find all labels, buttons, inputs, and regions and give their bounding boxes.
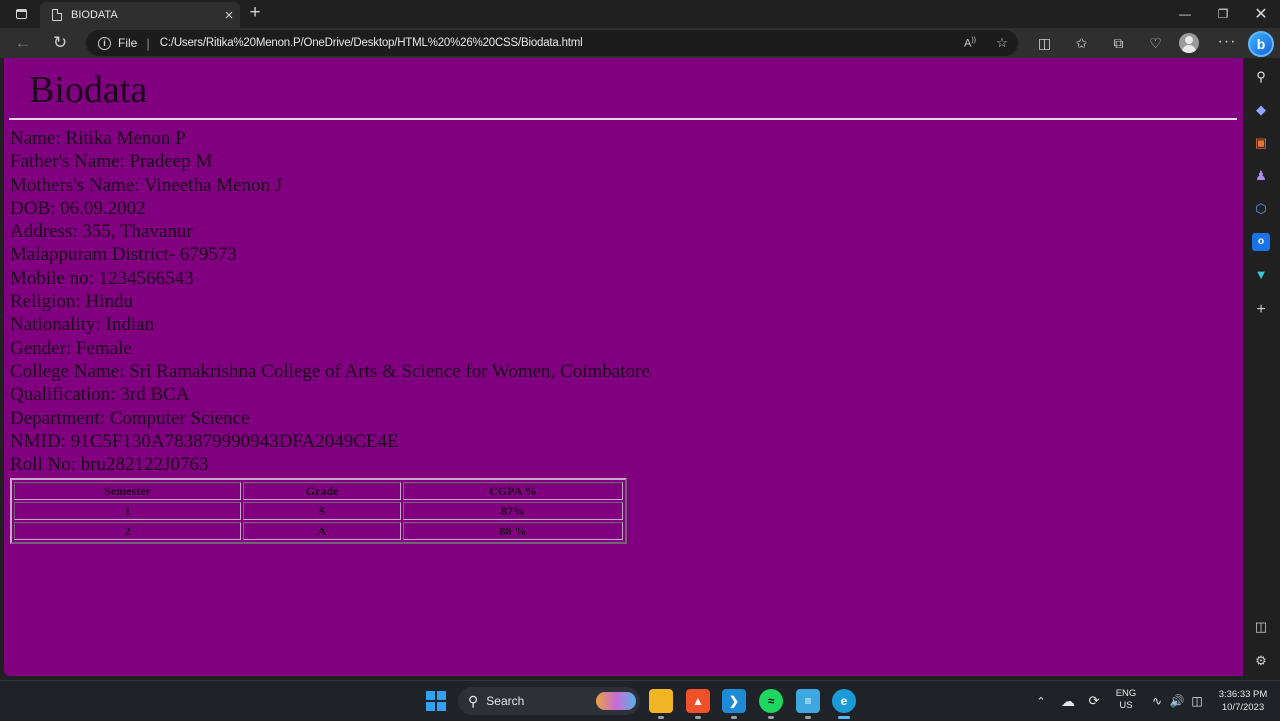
favorite-star-icon[interactable]: ☆ (986, 35, 1018, 51)
close-icon[interactable]: × (218, 7, 240, 24)
outlook-icon[interactable]: o (1252, 233, 1270, 251)
add-icon[interactable]: + (1252, 301, 1270, 319)
search-highlight-icon (596, 692, 636, 710)
info-line: Roll No: bru282122J0763 (10, 454, 209, 476)
volume-icon[interactable]: 🔊 (1168, 681, 1186, 721)
favorites-icon[interactable]: ✩ (1063, 32, 1100, 54)
microsoft-365-icon[interactable]: ⬡ (1252, 200, 1270, 218)
settings-icon[interactable]: ⚙ (1252, 652, 1270, 670)
info-line: Father's Name: Pradeep M (10, 151, 213, 173)
tab-actions-icon[interactable] (8, 4, 34, 24)
read-aloud-icon[interactable]: A)) (954, 37, 986, 50)
clock-time: 3:36:33 PM (1218, 689, 1268, 700)
info-line: DOB: 06.09.2002 (10, 197, 146, 219)
onedrive-cloud-icon[interactable]: ☁ (1058, 681, 1078, 721)
brave-icon[interactable]: ▲ (686, 689, 710, 719)
shopping-tag-icon[interactable]: ◆ (1252, 101, 1270, 119)
spotify-icon[interactable]: ≈ (759, 689, 783, 719)
table-cell: 1 (14, 502, 241, 520)
info-line: Qualification: 3rd BCA (10, 384, 190, 406)
browser-tab[interactable]: BIODATA × (40, 2, 240, 28)
windows-taskbar: ⚲ Search ▲ ❯ ≈ ≡ e ⌃ ☁ ⟳ ENG US ∿ 🔊 ◫ 3:… (0, 680, 1280, 720)
info-line: Mothers's Name: Vineetha Menon J (10, 174, 283, 196)
keyboard-region: US (1119, 700, 1133, 711)
edge-icon[interactable]: e (832, 689, 856, 719)
back-icon[interactable]: ← (11, 32, 35, 54)
info-line: Malappuram District- 679573 (10, 244, 237, 266)
info-line: NMID: 91C5F130A783879990943DFA2049CE4E (10, 430, 399, 452)
info-icon[interactable]: i (98, 36, 111, 50)
sync-icon[interactable]: ⟳ (1084, 681, 1104, 721)
info-line: College Name: Sri Ramakrishna College of… (10, 360, 650, 382)
address-separator: | (146, 35, 150, 51)
table-cell: 87% (403, 502, 623, 520)
info-line: Department: Computer Science (10, 407, 250, 429)
biodata-details: Name: Ritika Menon P Father's Name: Prade… (10, 127, 650, 476)
games-icon[interactable]: ♟ (1252, 167, 1270, 185)
table-row: 1 S 87% (14, 502, 623, 520)
language-indicator[interactable]: ENG US (1110, 688, 1142, 712)
taskbar-clock[interactable]: 3:36:33 PM 10/7/2023 (1210, 688, 1276, 714)
wifi-icon[interactable]: ∿ (1148, 681, 1166, 721)
refresh-icon[interactable]: ↻ (48, 32, 72, 54)
language-code: ENG (1115, 688, 1137, 699)
tools-icon[interactable]: ▣ (1252, 134, 1270, 152)
vscode-icon[interactable]: ❯ (722, 689, 746, 719)
table-cell: 2 (14, 522, 241, 540)
page-viewport: Biodata Name: Ritika Menon P Father's Nam… (4, 58, 1243, 676)
table-row: 2 A 88 % (14, 522, 623, 540)
info-line: Gender: Female (10, 337, 132, 359)
address-url[interactable]: C:/Users/Ritika%20Menon.P/OneDrive/Deskt… (160, 37, 954, 49)
minimize-icon[interactable]: — (1166, 0, 1204, 28)
hide-sidebar-icon[interactable]: ◫ (1252, 618, 1270, 636)
maximize-icon[interactable]: ❐ (1204, 0, 1242, 28)
clock-date: 10/7/2023 (1221, 702, 1265, 713)
file-explorer-icon[interactable] (649, 689, 673, 719)
info-line: Nationality: Indian (10, 314, 155, 336)
bing-chat-icon[interactable]: b (1248, 31, 1274, 57)
address-scheme: File (118, 36, 138, 50)
split-screen-icon[interactable]: ◫ (1026, 32, 1063, 54)
browser-title-bar: BIODATA × + — ❐ ✕ (0, 0, 1280, 28)
browser-essentials-icon[interactable]: ♡ (1137, 32, 1174, 54)
address-bar[interactable]: i File | C:/Users/Ritika%20Menon.P/OneDr… (86, 30, 1018, 56)
page-title: Biodata (29, 69, 148, 111)
windows-start-icon[interactable] (426, 691, 446, 711)
page-icon (52, 9, 62, 21)
collections-icon[interactable]: ⧉ (1100, 32, 1137, 54)
toolbar-icons: ◫ ✩ ⧉ ♡ (1026, 32, 1174, 54)
column-header-semester: Semester (14, 482, 241, 500)
info-line: Mobile no: 1234566543 (10, 267, 194, 289)
search-glass-icon: ⚲ (468, 692, 479, 709)
taskbar-search-label: Search (486, 694, 525, 708)
plus-icon[interactable]: + (244, 3, 266, 25)
info-line: Religion: Hindu (10, 291, 133, 313)
info-line: Address: 355, Thavanur (10, 221, 193, 243)
battery-icon[interactable]: ◫ (1188, 681, 1206, 721)
table-cell: 88 % (403, 522, 623, 540)
close-window-icon[interactable]: ✕ (1242, 0, 1280, 28)
taskbar-search[interactable]: ⚲ Search (458, 687, 640, 715)
table-cell: A (243, 522, 401, 540)
column-header-grade: Grade (243, 482, 401, 500)
horizontal-rule (9, 118, 1237, 120)
grades-table: Semester Grade CGPA % 1 S 87% 2 A 88 % (10, 478, 627, 544)
edge-sidebar: ⚲ ◆ ▣ ♟ ⬡ o ▼ + ◫ ⚙ (1243, 58, 1280, 680)
more-icon[interactable]: ··· (1214, 32, 1240, 54)
table-header-row: Semester Grade CGPA % (14, 482, 623, 500)
info-line: Name: Ritika Menon P (10, 128, 186, 149)
window-controls: — ❐ ✕ (1166, 0, 1280, 28)
notepad-icon[interactable]: ≡ (796, 689, 820, 719)
browser-toolbar: ← ↻ i File | C:/Users/Ritika%20Menon.P/O… (0, 28, 1280, 58)
table-cell: S (243, 502, 401, 520)
search-icon[interactable]: ⚲ (1252, 68, 1270, 86)
drop-icon[interactable]: ▼ (1252, 266, 1270, 284)
tab-title: BIODATA (71, 9, 118, 21)
profile-avatar-icon[interactable] (1179, 33, 1199, 53)
column-header-cgpa: CGPA % (403, 482, 623, 500)
chevron-up-icon[interactable]: ⌃ (1032, 681, 1050, 721)
